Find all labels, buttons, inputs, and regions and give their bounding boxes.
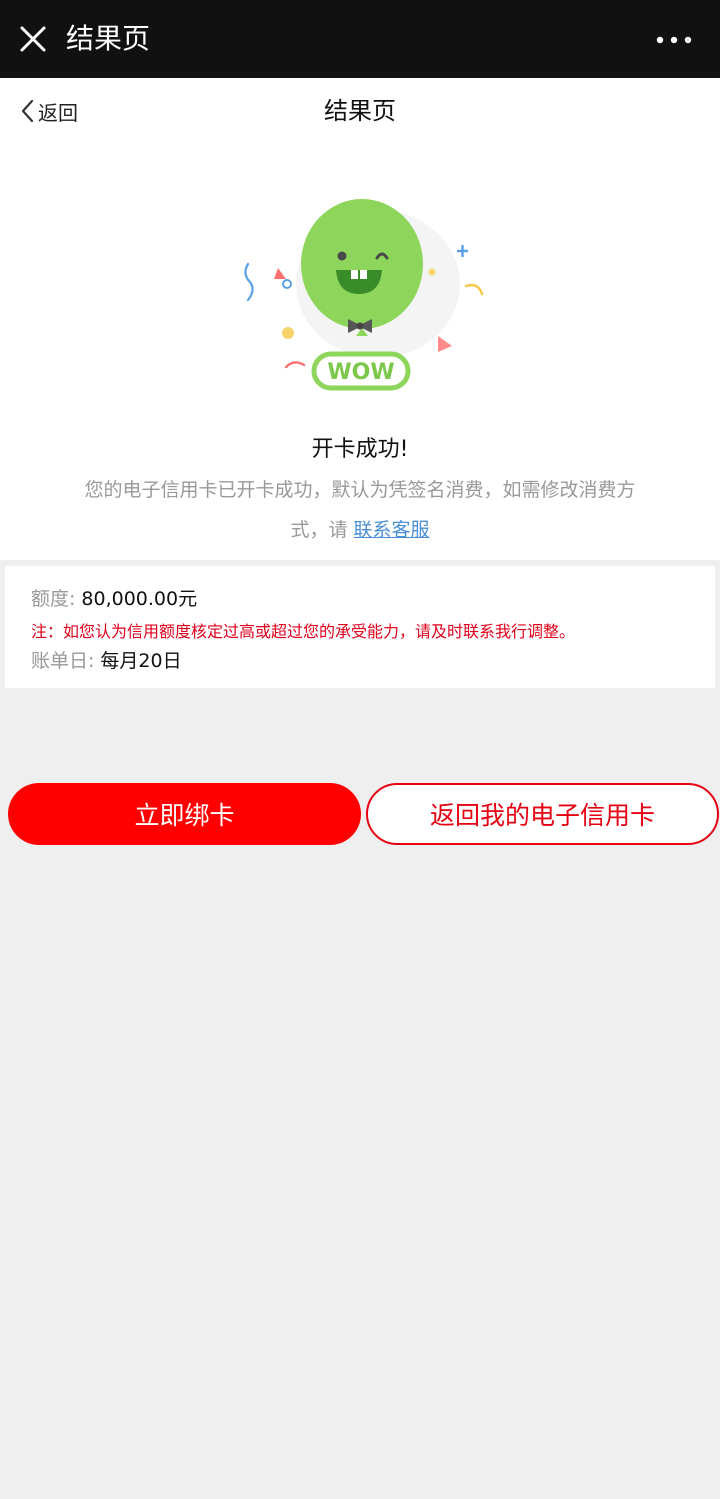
window-title: 结果页 [66, 22, 151, 55]
success-title: 开卡成功! [311, 437, 409, 462]
bill-day-row: 账单日: 每月20日 [31, 646, 182, 673]
bill-day-value: 每月20日 [100, 650, 182, 672]
return-credit-card-button[interactable]: 返回我的电子信用卡 [366, 783, 719, 845]
wow-badge-text: WOW [327, 360, 394, 385]
bill-day-label: 账单日: [31, 650, 95, 672]
page-title: 结果页 [324, 97, 396, 125]
app-top-bar: 结果页 [0, 0, 720, 78]
card-info-panel: 额度: 80,000.00元 注：如您认为信用额度核定过高或超过您的承受能力，请及… [5, 566, 715, 688]
more-icon[interactable] [654, 30, 694, 50]
close-icon[interactable] [18, 24, 48, 54]
limit-note: 注：如您认为信用额度核定过高或超过您的承受能力，请及时联系我行调整。 [31, 622, 576, 641]
page-nav-bar: 返回 结果页 [0, 78, 720, 144]
limit-label: 额度: [31, 588, 76, 610]
limit-value: 80,000.00元 [81, 588, 198, 610]
balloon-illustration: WOW [244, 199, 484, 391]
bind-card-button[interactable]: 立即绑卡 [8, 783, 361, 845]
contact-service-link[interactable]: 联系客服 [354, 519, 430, 541]
success-description: 您的电子信用卡已开卡成功，默认为凭签名消费，如需修改消费方式，请 联系客服 [80, 470, 640, 550]
result-panel: WOW 开卡成功! 您的电子信用卡已开卡成功，默认为凭签名消费，如需修改消费方式… [0, 144, 720, 560]
limit-row: 额度: 80,000.00元 [31, 584, 197, 611]
